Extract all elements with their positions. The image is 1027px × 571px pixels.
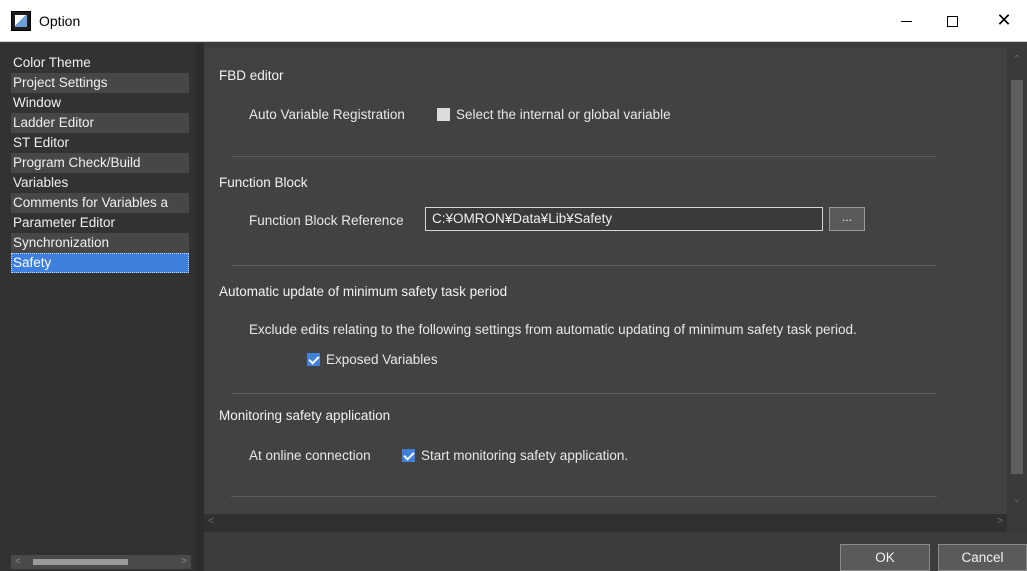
auto-update-heading: Automatic update of minimum safety task … [219,284,508,299]
scroll-right-icon[interactable]: > [177,555,191,569]
section-divider [231,393,937,394]
function-block-reference-label: Function Block Reference [249,213,404,228]
scrollbar-corner [1007,514,1027,532]
app-icon [11,10,31,31]
window-title: Option [39,12,81,29]
monitoring-heading: Monitoring safety application [219,408,391,423]
section-divider [231,156,937,157]
nav-item-st-editor[interactable]: ST Editor [11,133,189,153]
section-divider [231,496,937,497]
maximize-button[interactable] [929,0,975,42]
exposed-variables-label: Exposed Variables [326,352,438,367]
nav-item-variables[interactable]: Variables [11,173,189,193]
exposed-variables-option[interactable]: Exposed Variables [307,352,438,367]
exposed-variables-checkbox[interactable] [307,353,320,366]
nav-item-color-theme[interactable]: Color Theme [11,53,189,73]
ok-button[interactable]: OK [840,544,930,571]
panel-splitter[interactable] [196,43,204,571]
minimize-button[interactable] [883,0,929,42]
title-bar: Option ✕ [0,0,1027,42]
scroll-down-icon[interactable]: ⌄ [1007,494,1027,508]
start-monitoring-option[interactable]: Start monitoring safety application. [402,448,628,463]
auto-variable-checkbox-label: Select the internal or global variable [456,107,671,122]
nav-horizontal-scrollbar[interactable]: < > [11,555,191,569]
options-nav-list: Color Theme Project Settings Window Ladd… [11,53,189,273]
minimize-icon [900,20,912,22]
content-vertical-scrollbar[interactable]: ⌃ ⌄ [1007,48,1027,514]
section-divider [231,265,937,266]
content-scroll-thumb[interactable] [1011,80,1023,474]
close-icon: ✕ [996,10,1012,31]
fbd-editor-heading: FBD editor [219,68,284,83]
start-monitoring-label: Start monitoring safety application. [421,448,629,463]
nav-item-synchronization[interactable]: Synchronization [11,233,189,253]
auto-update-description: Exclude edits relating to the following … [249,322,857,337]
online-connection-label: At online connection [249,448,371,463]
nav-item-comments-for-variables[interactable]: Comments for Variables a [11,193,189,213]
browse-button[interactable]: ... [829,207,865,231]
nav-item-window[interactable]: Window [11,93,189,113]
content-horizontal-scrollbar[interactable]: < > [204,514,1007,532]
scroll-left-icon[interactable]: < [208,515,214,527]
cancel-button[interactable]: Cancel [938,544,1027,571]
safety-settings-panel: FBD editor Auto Variable Registration Se… [204,48,1007,514]
auto-variable-registration-option[interactable]: Select the internal or global variable [437,107,671,122]
nav-item-safety[interactable]: Safety [11,253,189,273]
nav-item-parameter-editor[interactable]: Parameter Editor [11,213,189,233]
close-button[interactable]: ✕ [981,0,1027,42]
options-nav: Color Theme Project Settings Window Ladd… [0,43,196,571]
scroll-left-icon[interactable]: < [11,555,25,569]
nav-item-ladder-editor[interactable]: Ladder Editor [11,113,189,133]
scroll-up-icon[interactable]: ⌃ [1007,54,1027,68]
auto-variable-registration-label: Auto Variable Registration [249,107,405,122]
function-block-reference-field[interactable]: C:¥OMRON¥Data¥Lib¥Safety [425,207,823,231]
function-block-heading: Function Block [219,175,308,190]
nav-item-program-check-build[interactable]: Program Check/Build [11,153,189,173]
nav-item-project-settings[interactable]: Project Settings [11,73,189,93]
start-monitoring-checkbox[interactable] [402,449,415,462]
scroll-right-icon[interactable]: > [997,515,1003,527]
nav-scroll-thumb[interactable] [33,559,128,565]
auto-variable-checkbox[interactable] [437,108,450,121]
maximize-icon [946,15,958,27]
